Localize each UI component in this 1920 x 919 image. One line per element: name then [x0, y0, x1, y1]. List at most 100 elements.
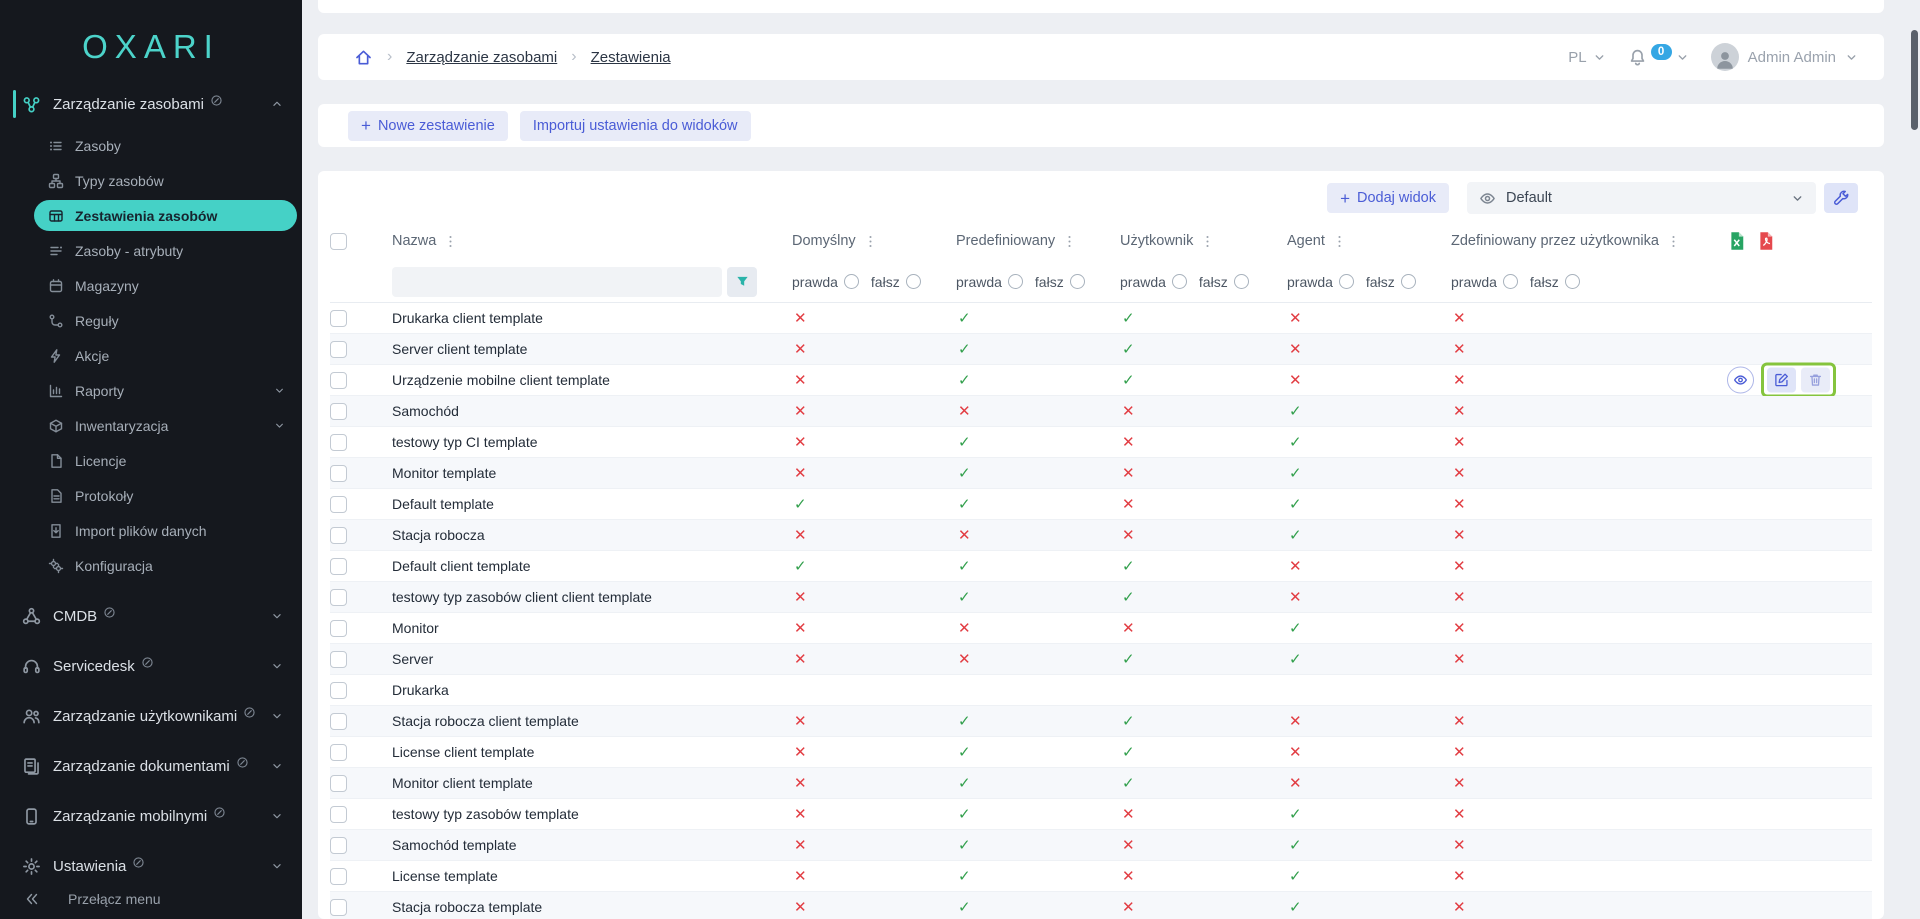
- column-header[interactable]: Domyślny: [792, 233, 856, 249]
- row-checkbox[interactable]: [330, 403, 347, 420]
- table-row[interactable]: testowy typ zasobów client client templa…: [330, 582, 1872, 613]
- table-row[interactable]: Default client template✓✓✓✕✕: [330, 551, 1872, 582]
- sidebar-item-zasoby-atrybuty[interactable]: Zasoby - atrybuty: [0, 233, 302, 268]
- kebab-icon[interactable]: [1666, 234, 1681, 249]
- sidebar-item-konfiguracja[interactable]: Konfiguracja: [0, 548, 302, 583]
- column-header[interactable]: Predefiniowany: [956, 233, 1055, 249]
- sidebar-item-zestawienia-zasobow[interactable]: Zestawienia zasobów: [34, 200, 297, 231]
- row-checkbox[interactable]: [330, 837, 347, 854]
- filter-button[interactable]: [727, 267, 757, 297]
- filter-true-radio[interactable]: [844, 274, 859, 289]
- column-header[interactable]: Zdefiniowany przez użytkownika: [1451, 233, 1659, 249]
- row-checkbox[interactable]: [330, 806, 347, 823]
- row-checkbox[interactable]: [330, 899, 347, 916]
- breadcrumb-link[interactable]: Zarządzanie zasobami: [406, 49, 557, 66]
- column-header[interactable]: Agent: [1287, 233, 1325, 249]
- sidebar-item-import-plikow-danych[interactable]: Import plików danych: [0, 513, 302, 548]
- table-row[interactable]: Stacja robocza client template✕✓✓✕✕: [330, 706, 1872, 737]
- column-header[interactable]: Użytkownik: [1120, 233, 1193, 249]
- scrollbar[interactable]: [1910, 0, 1920, 919]
- table-row[interactable]: Samochód✕✕✕✓✕: [330, 396, 1872, 427]
- filter-false-radio[interactable]: [1070, 274, 1085, 289]
- menu-toggle[interactable]: Przełącz menu: [0, 881, 302, 917]
- filter-false-radio[interactable]: [1565, 274, 1580, 289]
- table-row[interactable]: Drukarka client template✕✓✓✕✕: [330, 303, 1872, 334]
- home-icon[interactable]: [354, 48, 373, 67]
- sidebar-group-servicedesk[interactable]: Servicedesk: [0, 641, 302, 691]
- row-checkbox[interactable]: [330, 527, 347, 544]
- sidebar-group-zarzadzanie-zasobami[interactable]: Zarządzanie zasobami: [0, 82, 302, 126]
- filter-false-radio[interactable]: [906, 274, 921, 289]
- table-row[interactable]: Default template✓✓✕✓✕: [330, 489, 1872, 520]
- sidebar-item-protokoly[interactable]: Protokoły: [0, 478, 302, 513]
- table-row[interactable]: Stacja robocza✕✕✕✓✕: [330, 520, 1872, 551]
- notifications-button[interactable]: 0: [1628, 48, 1689, 67]
- view-selector[interactable]: Default: [1467, 182, 1816, 214]
- add-view-button[interactable]: + Dodaj widok: [1327, 183, 1449, 213]
- filter-true-radio[interactable]: [1008, 274, 1023, 289]
- table-row[interactable]: Server✕✕✓✓✕: [330, 644, 1872, 675]
- sidebar-group-zarzadzanie-dokumentami[interactable]: Zarządzanie dokumentami: [0, 741, 302, 791]
- kebab-icon[interactable]: [1062, 234, 1077, 249]
- kebab-icon[interactable]: [1332, 234, 1347, 249]
- edit-row-button[interactable]: [1767, 368, 1796, 393]
- row-checkbox[interactable]: [330, 651, 347, 668]
- delete-row-button[interactable]: [1801, 368, 1830, 393]
- row-checkbox[interactable]: [330, 775, 347, 792]
- table-row[interactable]: Stacja robocza template✕✓✕✓✕: [330, 892, 1872, 919]
- scrollbar-thumb[interactable]: [1911, 30, 1918, 130]
- table-row[interactable]: Urządzenie mobilne client template✕✓✓✕✕: [330, 365, 1872, 396]
- row-checkbox[interactable]: [330, 744, 347, 761]
- table-row[interactable]: License template✕✓✕✓✕: [330, 861, 1872, 892]
- table-row[interactable]: Monitor client template✕✓✓✕✕: [330, 768, 1872, 799]
- table-row[interactable]: Samochód template✕✓✕✓✕: [330, 830, 1872, 861]
- table-row[interactable]: Monitor template✕✓✕✓✕: [330, 458, 1872, 489]
- column-header[interactable]: Nazwa: [392, 233, 436, 249]
- row-checkbox[interactable]: [330, 682, 347, 699]
- name-filter-input[interactable]: [392, 267, 722, 297]
- kebab-icon[interactable]: [443, 234, 458, 249]
- sidebar-item-raporty[interactable]: Raporty: [0, 373, 302, 408]
- import-view-settings-button[interactable]: Importuj ustawienia do widoków: [520, 111, 751, 141]
- sidebar-group-cmdb[interactable]: CMDB: [0, 591, 302, 641]
- filter-false-radio[interactable]: [1401, 274, 1416, 289]
- user-menu[interactable]: Admin Admin: [1711, 43, 1858, 71]
- kebab-icon[interactable]: [863, 234, 878, 249]
- row-checkbox[interactable]: [330, 310, 347, 327]
- table-row[interactable]: License client template✕✓✓✕✕: [330, 737, 1872, 768]
- sidebar-item-typy-zasobow[interactable]: Typy zasobów: [0, 163, 302, 198]
- row-checkbox[interactable]: [330, 589, 347, 606]
- new-zestawienie-button[interactable]: + Nowe zestawienie: [348, 111, 508, 141]
- sidebar-item-magazyny[interactable]: Magazyny: [0, 268, 302, 303]
- row-checkbox[interactable]: [330, 558, 347, 575]
- table-row[interactable]: Drukarka: [330, 675, 1872, 706]
- row-checkbox[interactable]: [330, 620, 347, 637]
- filter-true-radio[interactable]: [1503, 274, 1518, 289]
- sidebar-item-licencje[interactable]: Licencje: [0, 443, 302, 478]
- row-checkbox[interactable]: [330, 372, 347, 389]
- kebab-icon[interactable]: [1200, 234, 1215, 249]
- app-logo[interactable]: OXARI: [0, 0, 302, 82]
- table-row[interactable]: testowy typ zasobów template✕✓✕✓✕: [330, 799, 1872, 830]
- table-row[interactable]: Server client template✕✓✓✕✕: [330, 334, 1872, 365]
- language-selector[interactable]: PL: [1568, 49, 1605, 66]
- breadcrumb-link[interactable]: Zestawienia: [591, 49, 671, 66]
- table-row[interactable]: testowy typ CI template✕✓✕✓✕: [330, 427, 1872, 458]
- sidebar-item-reguly[interactable]: Reguły: [0, 303, 302, 338]
- view-row-button[interactable]: [1727, 367, 1754, 394]
- view-settings-button[interactable]: [1824, 183, 1858, 213]
- sidebar-group-zarzadzanie-mobilnymi[interactable]: Zarządzanie mobilnymi: [0, 791, 302, 841]
- row-checkbox[interactable]: [330, 465, 347, 482]
- sidebar-item-zasoby[interactable]: Zasoby: [0, 128, 302, 163]
- sidebar-item-akcje[interactable]: Akcje: [0, 338, 302, 373]
- row-checkbox[interactable]: [330, 868, 347, 885]
- filter-true-radio[interactable]: [1172, 274, 1187, 289]
- sidebar-group-zarzadzanie-uzytkownikami[interactable]: Zarządzanie użytkownikami: [0, 691, 302, 741]
- select-all-checkbox[interactable]: [330, 233, 347, 250]
- table-row[interactable]: Monitor✕✕✕✓✕: [330, 613, 1872, 644]
- row-checkbox[interactable]: [330, 341, 347, 358]
- row-checkbox[interactable]: [330, 496, 347, 513]
- filter-true-radio[interactable]: [1339, 274, 1354, 289]
- pdf-export-icon[interactable]: [1756, 231, 1776, 251]
- excel-export-icon[interactable]: [1727, 231, 1747, 251]
